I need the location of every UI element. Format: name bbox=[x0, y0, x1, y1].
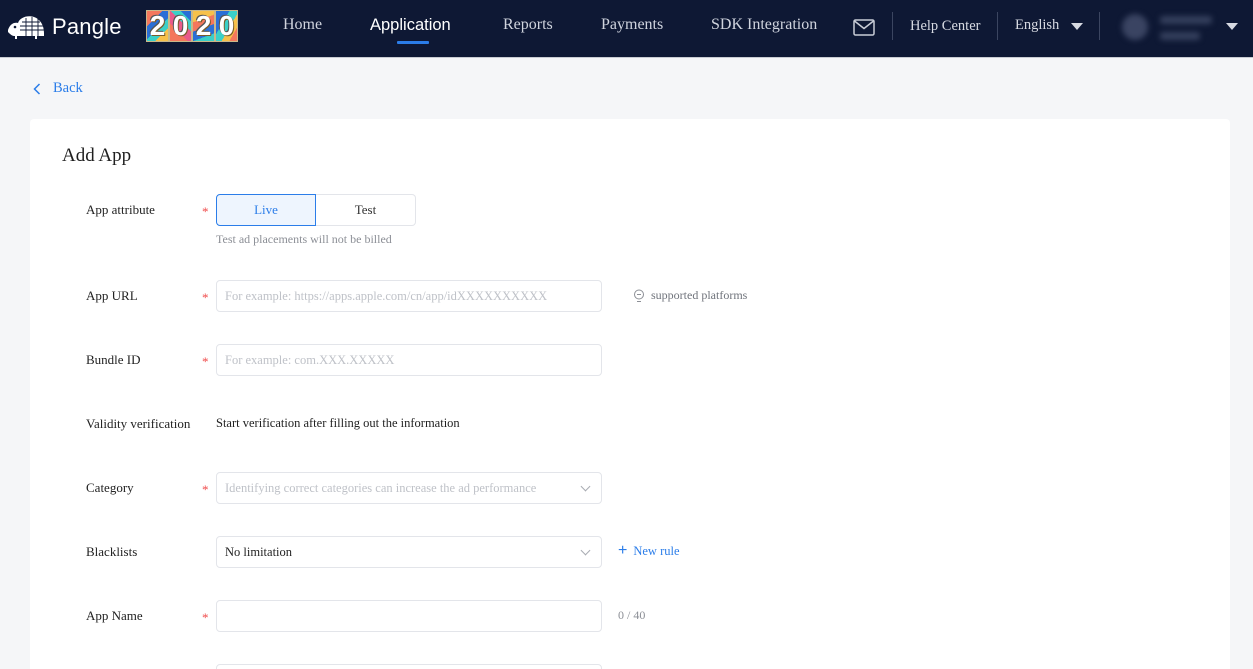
app-url-input[interactable] bbox=[225, 281, 593, 311]
back-label: Back bbox=[53, 80, 83, 96]
supported-platforms-label: supported platforms bbox=[651, 288, 748, 302]
live-option-button[interactable]: Live bbox=[216, 194, 316, 226]
back-link[interactable]: Back bbox=[33, 80, 83, 97]
user-account-menu[interactable] bbox=[1112, 6, 1222, 50]
caret-down-icon[interactable] bbox=[1226, 23, 1238, 30]
pangolin-logo-icon bbox=[8, 16, 44, 39]
required-marker: * bbox=[202, 482, 209, 497]
supported-platforms-link[interactable]: supported platforms bbox=[633, 288, 747, 303]
app-name-label: App Name bbox=[86, 608, 143, 623]
blacklists-select[interactable]: No limitation bbox=[216, 536, 602, 568]
validity-verification-status: Start verification after filling out the… bbox=[216, 416, 460, 430]
nav-item-home[interactable]: Home bbox=[283, 16, 322, 34]
app-attribute-toggle: Live Test bbox=[216, 194, 416, 226]
mail-icon[interactable] bbox=[853, 19, 875, 36]
bundle-id-label: Bundle ID bbox=[86, 352, 141, 367]
app-attribute-hint: Test ad placements will not be billed bbox=[216, 232, 392, 246]
category-select[interactable]: Identifying correct categories can incre… bbox=[216, 472, 602, 504]
language-label: English bbox=[1015, 17, 1060, 33]
new-rule-label: New rule bbox=[633, 543, 680, 558]
language-selector[interactable]: English bbox=[1015, 17, 1084, 34]
app-name-field bbox=[216, 600, 602, 632]
nav-item-reports[interactable]: Reports bbox=[503, 16, 553, 34]
chevron-left-icon bbox=[33, 82, 41, 95]
divider bbox=[892, 12, 893, 40]
required-marker: * bbox=[202, 354, 209, 369]
blacklists-label: Blacklists bbox=[86, 544, 138, 559]
divider bbox=[1099, 12, 1100, 40]
app-name-char-counter: 0 / 40 bbox=[618, 608, 646, 622]
badge-digit: 2 bbox=[146, 10, 169, 42]
brand-name: Pangle bbox=[52, 14, 122, 39]
test-option-button[interactable]: Test bbox=[316, 194, 416, 226]
required-marker: * bbox=[202, 204, 209, 219]
app-attribute-label: App attribute bbox=[86, 202, 155, 217]
required-marker: * bbox=[202, 610, 209, 625]
plus-icon: + bbox=[618, 542, 628, 559]
chevron-down-icon bbox=[580, 545, 591, 555]
nav-item-sdk-integration[interactable]: SDK Integration bbox=[711, 16, 817, 34]
badge-digit: 0 bbox=[169, 10, 192, 42]
app-url-field bbox=[216, 280, 602, 312]
app-name-input[interactable] bbox=[225, 601, 593, 631]
caret-down-icon bbox=[1071, 23, 1084, 30]
bundle-id-input[interactable] bbox=[225, 345, 593, 375]
chevron-down-icon bbox=[580, 481, 591, 491]
divider bbox=[997, 12, 998, 40]
category-label: Category bbox=[86, 480, 134, 495]
bundle-id-field bbox=[216, 344, 602, 376]
category-placeholder: Identifying correct categories can incre… bbox=[225, 480, 537, 495]
add-app-form-card: Add App App attribute * Live Test Test a… bbox=[30, 119, 1230, 669]
badge-digit: 0 bbox=[215, 10, 238, 42]
app-url-label: App URL bbox=[86, 288, 138, 303]
page-title: Add App bbox=[62, 145, 132, 166]
nav-item-application[interactable]: Application bbox=[370, 16, 451, 35]
active-tab-indicator bbox=[397, 41, 429, 44]
lightbulb-icon bbox=[634, 289, 644, 302]
badge-digit: 2 bbox=[192, 10, 215, 42]
blacklists-value: No limitation bbox=[225, 544, 293, 559]
top-navigation-bar: Pangle 2 0 2 0 Home Application Reports … bbox=[0, 0, 1253, 58]
nav-item-payments[interactable]: Payments bbox=[601, 16, 663, 34]
user-name-blurred bbox=[1160, 16, 1212, 24]
required-marker: * bbox=[202, 290, 209, 305]
user-id-blurred bbox=[1160, 32, 1200, 40]
badge-2020: 2 0 2 0 bbox=[146, 10, 238, 42]
next-field-partial[interactable] bbox=[216, 664, 602, 669]
avatar bbox=[1122, 14, 1148, 40]
new-rule-button[interactable]: + New rule bbox=[618, 543, 680, 559]
validity-verification-label: Validity verification bbox=[86, 416, 191, 431]
help-center-link[interactable]: Help Center bbox=[910, 18, 980, 35]
pangle-logo[interactable]: Pangle bbox=[6, 12, 122, 42]
